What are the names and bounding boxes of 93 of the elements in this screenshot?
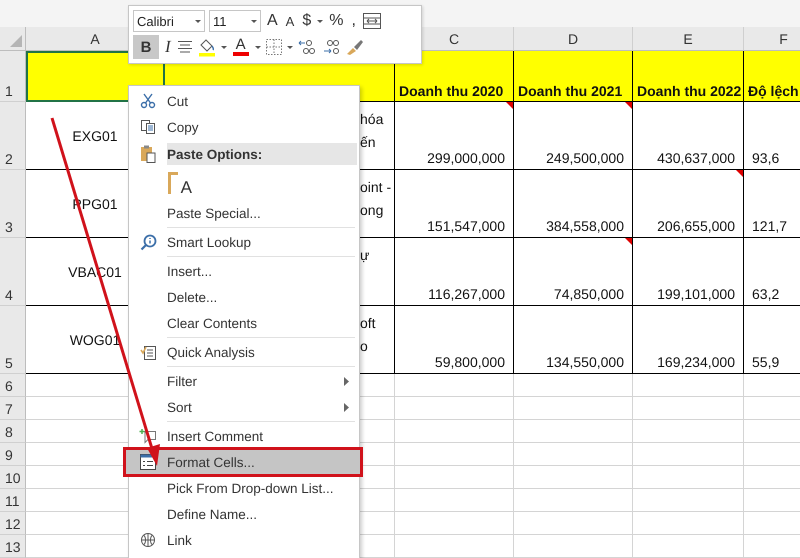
- clipboard-icon: [140, 145, 156, 163]
- row-header[interactable]: 9: [0, 443, 26, 466]
- cell-text: oint -: [360, 178, 392, 197]
- paste-options-header: Paste Options:: [167, 143, 357, 165]
- increase-decimal-icon[interactable]: [296, 38, 317, 56]
- row-header[interactable]: 13: [0, 535, 26, 558]
- number-format-button[interactable]: %: [327, 9, 346, 33]
- cell-text: oft: [360, 314, 377, 333]
- submenu-arrow-icon: [344, 377, 349, 386]
- cell-text: 121,7: [752, 218, 788, 234]
- row-header[interactable]: 10: [0, 466, 26, 489]
- column-header[interactable]: E: [683, 30, 693, 46]
- search-icon: [140, 234, 156, 250]
- menu-item[interactable]: Format Cells...: [125, 449, 361, 475]
- row-header[interactable]: 7: [0, 397, 26, 420]
- submenu-arrow-icon: [344, 403, 349, 412]
- cell-text: Độ lệch: [748, 83, 799, 99]
- cell-text: ự: [360, 246, 370, 265]
- link-icon: [140, 532, 156, 548]
- row-header[interactable]: 6: [0, 374, 26, 397]
- comment-icon: [139, 428, 157, 444]
- cell-text: 151,547,000: [427, 218, 505, 234]
- number-format-button[interactable]: $: [300, 9, 314, 33]
- format-painter-icon[interactable]: [344, 38, 365, 56]
- column-header[interactable]: D: [568, 30, 578, 46]
- menu-item[interactable]: Define Name...: [129, 501, 359, 527]
- row-header[interactable]: 12: [0, 512, 26, 535]
- italic-button[interactable]: I: [163, 35, 173, 59]
- number-format-button[interactable]: ,: [349, 9, 358, 33]
- caret-icon[interactable]: [286, 46, 293, 48]
- menu-item[interactable]: Insert...: [129, 258, 359, 284]
- cell-text: 59,800,000: [434, 354, 505, 370]
- column-header[interactable]: F: [779, 30, 788, 46]
- menu-item[interactable]: Quick Analysis: [129, 339, 359, 365]
- menu-item[interactable]: Delete...: [129, 284, 359, 310]
- cell-text: 199,101,000: [657, 286, 735, 302]
- caret-icon[interactable]: [254, 46, 261, 48]
- cell-text: 249,500,000: [546, 150, 624, 166]
- cell-text: o: [360, 337, 369, 356]
- row-header[interactable]: 4: [0, 238, 26, 306]
- menu-item[interactable]: Cut: [129, 88, 359, 114]
- menu-item[interactable]: Insert Comment: [129, 423, 359, 449]
- grow-font-button[interactable]: A: [265, 9, 280, 33]
- align-center-icon[interactable]: [176, 40, 193, 54]
- menu-item[interactable]: Smart Lookup: [129, 229, 359, 255]
- menu-item[interactable]: Copy: [129, 114, 359, 140]
- menu-item[interactable]: Filter: [129, 368, 359, 394]
- cell-text: ến: [360, 133, 377, 152]
- quick-analysis-icon: [140, 344, 156, 360]
- row-header[interactable]: 1: [0, 51, 26, 102]
- copy-icon: [140, 119, 156, 135]
- cell-text: Doanh thu 2022: [637, 83, 742, 99]
- menu-item[interactable]: Clear Contents: [129, 310, 359, 336]
- cell-text: 206,655,000: [657, 218, 735, 234]
- menu-item[interactable]: Sort: [129, 394, 359, 420]
- cell-text: 93,6: [752, 150, 780, 166]
- cell-text: Doanh thu 2021: [518, 83, 622, 99]
- column-header[interactable]: A: [90, 30, 100, 46]
- cell-text: 116,267,000: [428, 286, 505, 302]
- caret-icon[interactable]: [317, 20, 324, 22]
- scissors-icon: [140, 93, 156, 109]
- paste-option-button[interactable]: A: [166, 170, 194, 198]
- row-header[interactable]: 11: [0, 489, 26, 512]
- row-header[interactable]: 8: [0, 420, 26, 443]
- cell-text: 384,558,000: [546, 218, 624, 234]
- merge-icon[interactable]: [362, 12, 382, 30]
- font-size-field[interactable]: 11: [209, 10, 261, 32]
- borders-icon[interactable]: [264, 38, 283, 56]
- cell-text: 169,234,000: [657, 354, 735, 370]
- cell-text: 299,000,000: [427, 150, 505, 166]
- cell-text: hóa: [360, 110, 384, 129]
- caret-icon[interactable]: [220, 46, 227, 48]
- font-color-button[interactable]: A: [230, 35, 251, 59]
- row-header[interactable]: 2: [0, 102, 26, 170]
- column-header[interactable]: C: [448, 30, 460, 46]
- menu-item[interactable]: Link: [129, 527, 359, 553]
- font-name-field[interactable]: Calibri: [133, 10, 205, 32]
- cell-text: 74,850,000: [554, 286, 624, 302]
- fill-color-icon[interactable]: [196, 37, 217, 57]
- cell-text: 63,2: [752, 286, 780, 302]
- cell-text: EXG01: [72, 128, 118, 144]
- format-cells-icon: [140, 454, 156, 470]
- menu-item[interactable]: Paste Special...: [129, 200, 359, 226]
- shrink-font-button[interactable]: A: [284, 9, 296, 33]
- cell-text: Doanh thu 2020: [399, 83, 504, 99]
- cell-text: ong: [360, 201, 384, 220]
- bold-button[interactable]: B: [133, 35, 159, 59]
- row-header[interactable]: 5: [0, 306, 26, 374]
- row-header[interactable]: 3: [0, 170, 26, 238]
- cell-text: 430,637,000: [657, 150, 735, 166]
- cell-text: 55,9: [752, 354, 780, 370]
- menu-item[interactable]: Pick From Drop-down List...: [129, 475, 359, 501]
- cell-text: 134,550,000: [546, 354, 624, 370]
